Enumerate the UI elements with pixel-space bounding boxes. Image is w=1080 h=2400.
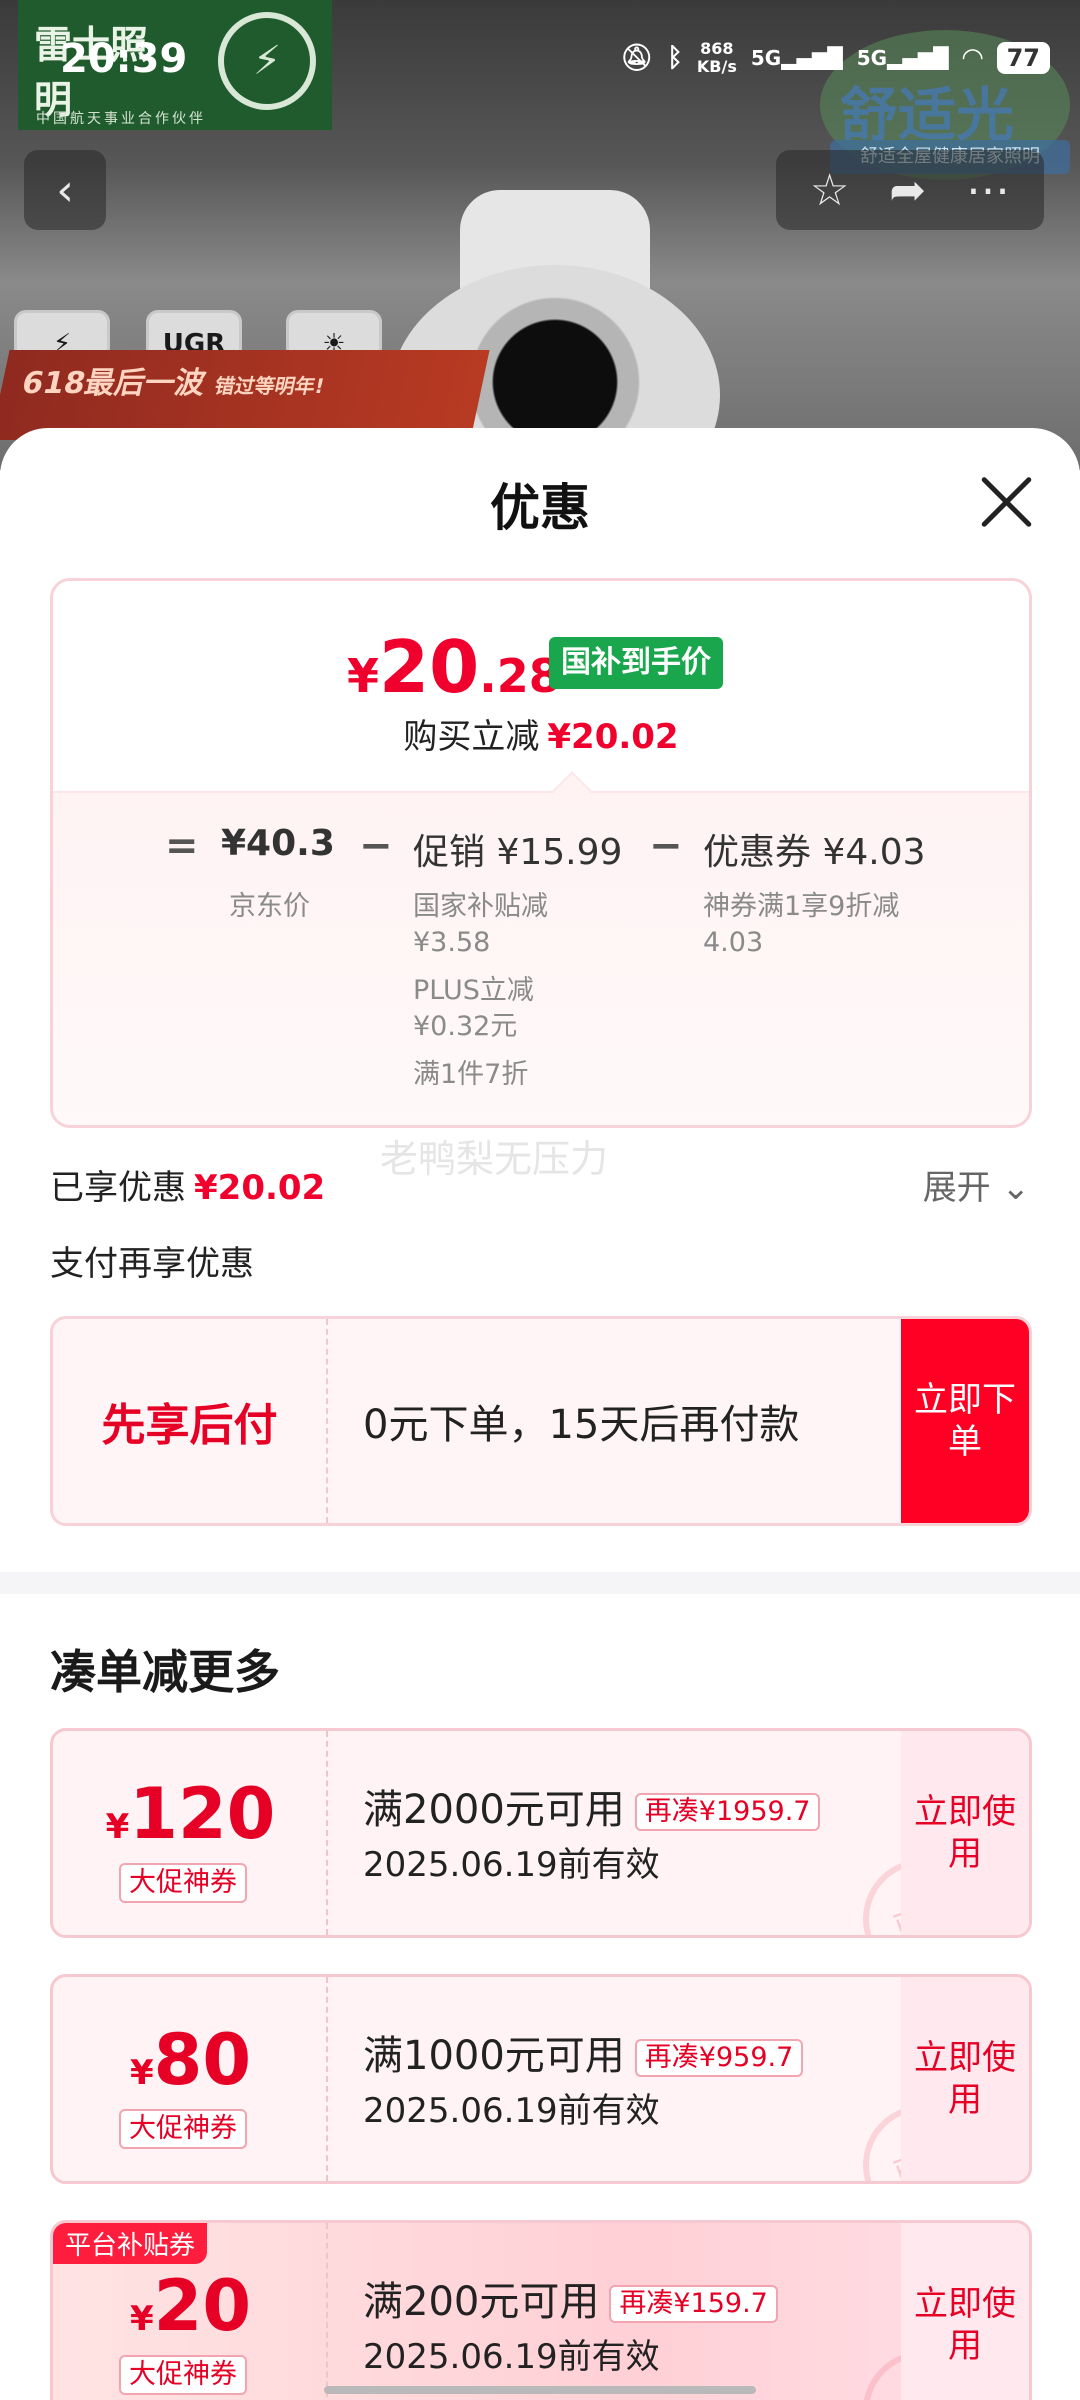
promo-detail-1: 国家补贴减: [413, 891, 548, 922]
coupon-amount: 优惠券 ¥4.03: [703, 832, 926, 873]
reduce-label: 购买立减: [403, 717, 540, 757]
price-card-header: ¥20.28 国补到手价 购买立减 ¥20.02: [53, 581, 1029, 791]
wifi-icon: ◠: [962, 43, 983, 73]
coupon-valid: 2025.06.19前有效: [363, 2337, 660, 2377]
coupon-need-more: 再凑¥959.7: [634, 2039, 804, 2077]
instant-reduce-line: 购买立减 ¥20.02: [53, 709, 1029, 758]
coupon-valid: 2025.06.19前有效: [363, 2091, 660, 2131]
enjoyed-label: 已享优惠: [50, 1168, 186, 1208]
platform-subsidy-tag: 平台补贴券: [53, 2223, 208, 2264]
coupon-amount: ¥20: [53, 2265, 328, 2347]
status-icons: 🔕︎ ᛒ 868 KB/s 5G▂▄▆█ 5G▂▄▆█ ◠ 77: [620, 40, 1050, 76]
discount-sheet: 优惠 ¥20.28 国补到手价 购买立减 ¥20.02 = ¥40.3 京东价 −…: [0, 428, 1080, 2400]
promo-line1: 618最后一波: [18, 366, 209, 401]
signal-1-icon: 5G▂▄▆█: [750, 46, 843, 70]
promo-line1-small: 错过等明年!: [212, 374, 327, 398]
pay-more-label: 支付再享优惠: [50, 1244, 254, 1284]
bluetooth-icon: ᛒ: [667, 43, 683, 73]
coupon-condition-text: 满2000元可用: [363, 1787, 625, 1833]
mute-bell-icon: 🔕︎: [620, 43, 654, 73]
buy-now-pay-later-card[interactable]: 先享后付 0元下单，15天后再付款 立即下单: [50, 1316, 1032, 1526]
minus-sign-2: −: [649, 823, 683, 869]
reduce-value: ¥20.02: [547, 717, 679, 757]
coupon-condition-text: 满1000元可用: [363, 2033, 625, 2079]
use-now-button[interactable]: 立即使用: [901, 1731, 1029, 1935]
coupon-condition: 满2000元可用 再凑¥1959.7: [363, 1777, 821, 1835]
signal-2-icon: 5G▂▄▆█: [856, 46, 949, 70]
coupon-currency: ¥: [129, 2053, 154, 2093]
coupon-condition-text: 满200元可用: [363, 2279, 600, 2325]
more-icon[interactable]: ⋯: [966, 165, 1010, 216]
coupon-currency: ¥: [129, 2299, 154, 2339]
section-divider: [0, 1572, 1080, 1594]
expand-button[interactable]: 展开 ⌄: [923, 1160, 1030, 1209]
final-price-currency: ¥: [347, 649, 380, 703]
coupon-card[interactable]: 平台补贴券 ¥20 大促神券 满200元可用 再凑¥159.7 2025.06.1…: [50, 2220, 1032, 2400]
watermark: 老鸭梨无压力: [380, 1137, 609, 1181]
coupon-kind: 大促神券: [119, 2109, 247, 2149]
promo-detail-1-value: ¥3.58: [413, 927, 491, 958]
final-price: ¥20.28: [347, 625, 561, 709]
nav-actions: ☆ ➦ ⋯: [776, 150, 1044, 230]
coupon-detail: 神券满1享9折减: [703, 891, 900, 922]
coupon-card[interactable]: ¥120 大促神券 满2000元可用 再凑¥1959.7 2025.06.19前有…: [50, 1728, 1032, 1938]
expand-label: 展开: [922, 1168, 991, 1208]
order-now-button[interactable]: 立即下单: [901, 1319, 1029, 1523]
battery-icon: 77: [996, 42, 1050, 74]
promo-amount: 促销 ¥15.99: [413, 832, 623, 873]
coupon-value: 80: [153, 2019, 252, 2101]
share-icon[interactable]: ➦: [889, 165, 926, 216]
star-icon[interactable]: ☆: [810, 165, 849, 216]
subsidy-price-tag: 国补到手价: [549, 637, 723, 689]
jd-price: ¥40.3: [221, 823, 335, 864]
coupon-kind: 大促神券: [119, 1863, 247, 1903]
coupon-condition: 满200元可用 再凑¥159.7: [363, 2269, 778, 2327]
coupon-amount: ¥80: [53, 2019, 328, 2101]
coupon-currency: ¥: [105, 1807, 130, 1847]
enjoyed-discount: 已享优惠 ¥20.02: [50, 1160, 325, 1209]
coupon-valid: 2025.06.19前有效: [363, 1845, 660, 1885]
coupon-need-more: 再凑¥1959.7: [634, 1793, 821, 1831]
coupon-amount: ¥120: [53, 1773, 328, 1855]
coupon-value: 20: [153, 2265, 252, 2347]
net-speed: 868 KB/s: [697, 40, 737, 76]
minus-sign-1: −: [359, 823, 393, 869]
enjoyed-value: ¥20.02: [194, 1168, 326, 1208]
status-bar: 20:39 🔕︎ ᛒ 868 KB/s 5G▂▄▆█ 5G▂▄▆█ ◠ 77: [0, 0, 1080, 120]
coupon-condition: 满1000元可用 再凑¥959.7: [363, 2023, 804, 2081]
status-time: 20:39: [60, 36, 188, 82]
net-speed-unit: KB/s: [696, 57, 737, 76]
close-icon[interactable]: [976, 472, 1036, 532]
coupon-card[interactable]: ¥80 大促神券 满1000元可用 再凑¥959.7 2025.06.19前有效 …: [50, 1974, 1032, 2184]
promo-banner: ⚡ UGR ☀ 618最后一波 错过等明年!: [0, 310, 500, 440]
use-now-button[interactable]: 立即使用: [901, 1977, 1029, 2181]
chevron-down-icon: ⌄: [1001, 1168, 1031, 1208]
final-price-int: 20: [379, 625, 480, 709]
promo-detail-2-value: ¥0.32元: [413, 1011, 518, 1042]
promo-detail-3: 满1件7折: [413, 1059, 529, 1090]
coupon-detail-value: 4.03: [703, 927, 764, 958]
home-indicator[interactable]: [324, 2386, 756, 2394]
coupon-need-more: 再凑¥159.7: [609, 2285, 778, 2323]
jd-price-label: 京东价: [229, 891, 310, 922]
equals-sign: =: [165, 823, 199, 869]
price-calc-area: = ¥40.3 京东价 − 促销 ¥15.99 国家补贴减 ¥3.58 PLUS…: [53, 791, 1029, 1125]
back-button[interactable]: ‹: [24, 150, 106, 230]
bundle-section-title: 凑单减更多: [50, 1645, 280, 1699]
promo-618-banner: 618最后一波 错过等明年!: [0, 350, 490, 440]
coupon-kind: 大促神券: [119, 2355, 247, 2395]
bnpl-desc: 0元下单，15天后再付款: [363, 1402, 800, 1448]
sheet-title: 优惠: [490, 479, 590, 537]
price-breakdown-card: ¥20.28 国补到手价 购买立减 ¥20.02 = ¥40.3 京东价 − 促销…: [50, 578, 1032, 1128]
use-now-button[interactable]: 立即使用: [901, 2223, 1029, 2400]
chevron-left-icon: ‹: [56, 164, 74, 216]
promo-detail-2: PLUS立减: [413, 975, 534, 1006]
coupon-value: 120: [129, 1773, 276, 1855]
bnpl-title: 先享后付: [53, 1319, 328, 1523]
net-speed-value: 868: [700, 39, 734, 58]
